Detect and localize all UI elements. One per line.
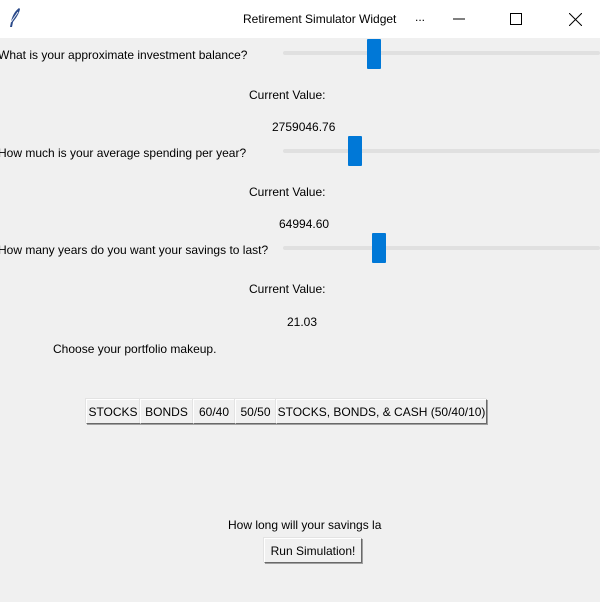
balance-slider-track[interactable]: [283, 51, 600, 55]
close-icon: [568, 12, 582, 26]
balance-question-label: What is your approximate investment bala…: [0, 48, 248, 62]
minimize-button[interactable]: [436, 0, 482, 38]
portfolio-button-row: STOCKS BONDS 60/40 50/50 STOCKS, BONDS, …: [86, 399, 487, 424]
years-slider-thumb[interactable]: [372, 233, 386, 263]
bonds-button[interactable]: BONDS: [140, 399, 193, 424]
stocks-button[interactable]: STOCKS: [86, 399, 140, 424]
balance-current-value-label: Current Value:: [249, 88, 326, 102]
close-button[interactable]: [552, 0, 598, 38]
spending-question-label: How much is your average spending per ye…: [0, 146, 247, 160]
years-current-value-label: Current Value:: [249, 282, 326, 296]
spending-value: 64994.60: [279, 217, 330, 231]
maximize-icon: [510, 13, 522, 25]
years-value: 21.03: [287, 315, 318, 329]
title-bar: Retirement Simulator Widget ...: [0, 0, 600, 38]
maximize-button[interactable]: [493, 0, 539, 38]
stocks-bonds-cash-button[interactable]: STOCKS, BONDS, & CASH (50/40/10): [276, 399, 487, 424]
spending-slider-track[interactable]: [283, 149, 600, 153]
sixty-forty-button[interactable]: 60/40: [193, 399, 235, 424]
spending-current-value-label: Current Value:: [249, 185, 326, 199]
portfolio-prompt: Choose your portfolio makeup.: [53, 342, 217, 356]
title-ellipsis: ...: [415, 10, 426, 24]
run-simulation-button[interactable]: Run Simulation!: [264, 538, 362, 563]
result-label: How long will your savings la: [228, 518, 382, 532]
window-title: Retirement Simulator Widget: [243, 12, 397, 26]
balance-value: 2759046.76: [272, 120, 336, 134]
fifty-fifty-button[interactable]: 50/50: [235, 399, 276, 424]
balance-slider-thumb[interactable]: [367, 39, 381, 69]
minimize-icon: [453, 18, 465, 20]
feather-icon: [6, 7, 24, 29]
years-question-label: How many years do you want your savings …: [0, 243, 269, 257]
spending-slider-thumb[interactable]: [348, 136, 362, 166]
years-slider-track[interactable]: [283, 246, 600, 250]
